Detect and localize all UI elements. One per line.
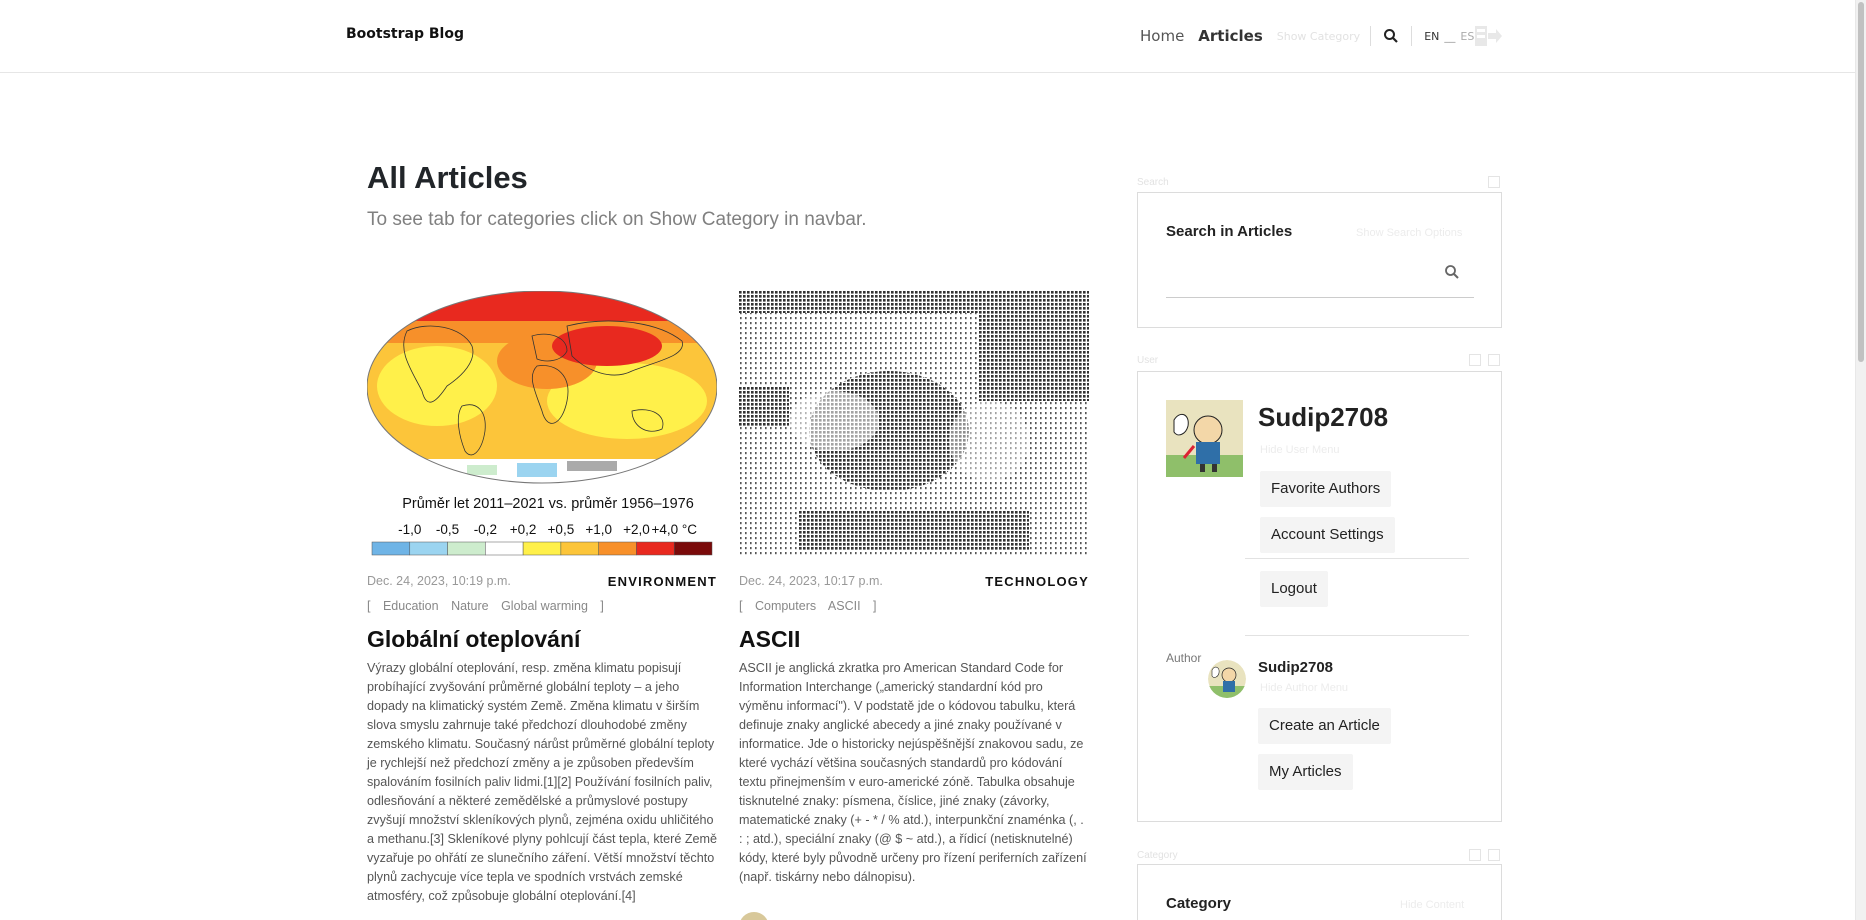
account-settings-button[interactable]: Account Settings — [1260, 517, 1395, 553]
scale-swatch — [636, 541, 675, 556]
scale-label: +0,2 — [510, 522, 537, 537]
article-title[interactable]: Globální oteplování — [367, 626, 717, 653]
nav-divider — [1411, 26, 1413, 46]
settings-icon[interactable] — [1469, 354, 1481, 366]
scale-swatch — [409, 541, 448, 556]
nav-links: Home Articles Show Category EN __ ES — [1140, 24, 1479, 48]
scale-label: +1,0 — [585, 522, 612, 537]
article-category[interactable]: ENVIRONMENT — [608, 574, 717, 589]
logout-icon[interactable] — [1474, 24, 1502, 48]
author-name: Sudip2708 — [1258, 659, 1334, 676]
map-color-scale — [371, 541, 713, 556]
nav-divider — [1370, 26, 1372, 46]
article-card: Průměr let 2011–2021 vs. průměr 1956–197… — [367, 291, 717, 906]
article-category[interactable]: TECHNOLOGY — [985, 574, 1089, 589]
article-tags: [ Education Nature Global warming ] — [367, 599, 717, 613]
lang-es-link[interactable]: ES — [1460, 30, 1474, 43]
page-title: All Articles — [367, 160, 528, 195]
navbar: Bootstrap Blog Home Articles Show Catego… — [0, 0, 1855, 73]
tag-item[interactable]: Computers — [755, 599, 816, 613]
author-section-label: Author — [1166, 651, 1202, 665]
show-search-options-link[interactable]: Show Search Options — [1356, 227, 1462, 239]
scale-swatch — [673, 541, 713, 556]
tag-item[interactable]: Education — [383, 599, 439, 613]
article-excerpt: Výrazy globální oteplování, resp. změna … — [367, 661, 718, 903]
create-article-button[interactable]: Create an Article — [1258, 708, 1391, 744]
settings-icon[interactable] — [1469, 849, 1481, 861]
scale-label: -1,0 — [398, 522, 421, 537]
tag-item[interactable]: ASCII — [828, 599, 861, 613]
scale-swatch — [522, 541, 562, 556]
article-date: Dec. 24, 2023, 10:19 p.m. — [367, 574, 511, 588]
article-title[interactable]: ASCII — [739, 626, 1089, 653]
username: Sudip2708 — [1258, 402, 1389, 432]
hide-author-menu-link[interactable]: Hide Author Menu — [1260, 682, 1348, 694]
user-widget: Sudip2708 Hide User Menu Favorite Author… — [1137, 371, 1502, 822]
divider — [1245, 558, 1469, 559]
scale-label: +4,0 °C — [651, 522, 697, 537]
search-icon[interactable] — [1383, 28, 1399, 44]
map-caption: Průměr let 2011–2021 vs. průměr 1956–197… — [402, 496, 694, 512]
lang-en-link[interactable]: EN — [1424, 30, 1439, 43]
scale-label: +0,5 — [548, 522, 575, 537]
collapse-icon[interactable] — [1488, 849, 1500, 861]
tag-bracket-open: [ — [739, 599, 743, 613]
scale-swatch — [447, 541, 486, 556]
article-date: Dec. 24, 2023, 10:17 p.m. — [739, 574, 883, 588]
tag-item[interactable]: Global warming — [501, 599, 588, 613]
divider — [1245, 635, 1469, 636]
scrollbar-thumb[interactable] — [1858, 2, 1864, 362]
scale-label: -0,5 — [436, 522, 459, 537]
article-excerpt: ASCII je anglická zkratka pro American S… — [739, 661, 1087, 884]
tag-bracket-close: ] — [600, 599, 604, 613]
scale-swatch — [371, 541, 411, 556]
user-avatar[interactable] — [1166, 400, 1243, 477]
brand-logo[interactable]: Bootstrap Blog — [346, 26, 464, 42]
logout-button[interactable]: Logout — [1260, 571, 1328, 607]
scale-label: -0,2 — [474, 522, 497, 537]
category-widget: Category Hide Content — [1137, 864, 1502, 920]
lang-separator: __ — [1444, 29, 1456, 43]
page-subtitle: To see tab for categories click on Show … — [367, 209, 867, 230]
author-avatar[interactable] — [1208, 660, 1246, 698]
map-scale-labels: -1,0 -0,5 -0,2 +0,2 +0,5 +1,0 +2,0 +4,0 °C — [398, 522, 697, 537]
scale-swatch — [598, 541, 637, 556]
hide-content-link[interactable]: Hide Content — [1400, 899, 1464, 911]
article-tags: [ Computers ASCII ] — [739, 599, 1089, 613]
tag-item[interactable]: Nature — [451, 599, 489, 613]
search-widget-label: Search — [1137, 177, 1169, 188]
collapse-icon[interactable] — [1488, 354, 1500, 366]
article-image-ascii-art[interactable] — [739, 291, 1089, 556]
nav-articles-link[interactable]: Articles — [1198, 27, 1262, 45]
search-widget-title: Search in Articles — [1166, 223, 1293, 240]
search-icon[interactable] — [1444, 264, 1460, 280]
hide-user-menu-link[interactable]: Hide User Menu — [1260, 444, 1339, 456]
scrollbar[interactable] — [1855, 0, 1866, 920]
search-input[interactable] — [1166, 297, 1474, 298]
my-articles-button[interactable]: My Articles — [1258, 754, 1353, 790]
article-image-climate-map[interactable]: Průměr let 2011–2021 vs. průměr 1956–197… — [367, 291, 717, 556]
user-widget-label: User — [1137, 355, 1159, 366]
show-category-link[interactable]: Show Category — [1277, 30, 1360, 43]
search-widget: Search in Articles Show Search Options — [1137, 192, 1502, 328]
scale-swatch — [560, 541, 599, 556]
scale-label: +2,0 — [623, 522, 650, 537]
tag-bracket-close: ] — [873, 599, 877, 613]
category-widget-label: Category — [1137, 850, 1178, 861]
scale-swatch — [485, 541, 524, 556]
tag-bracket-open: [ — [367, 599, 371, 613]
collapse-icon[interactable] — [1488, 176, 1500, 188]
article-card: Dec. 24, 2023, 10:17 p.m. TECHNOLOGY [ C… — [739, 291, 1089, 887]
favorite-authors-button[interactable]: Favorite Authors — [1260, 471, 1392, 507]
category-widget-title: Category — [1166, 895, 1232, 912]
nav-home-link[interactable]: Home — [1140, 27, 1184, 45]
author-avatar[interactable] — [739, 912, 769, 920]
